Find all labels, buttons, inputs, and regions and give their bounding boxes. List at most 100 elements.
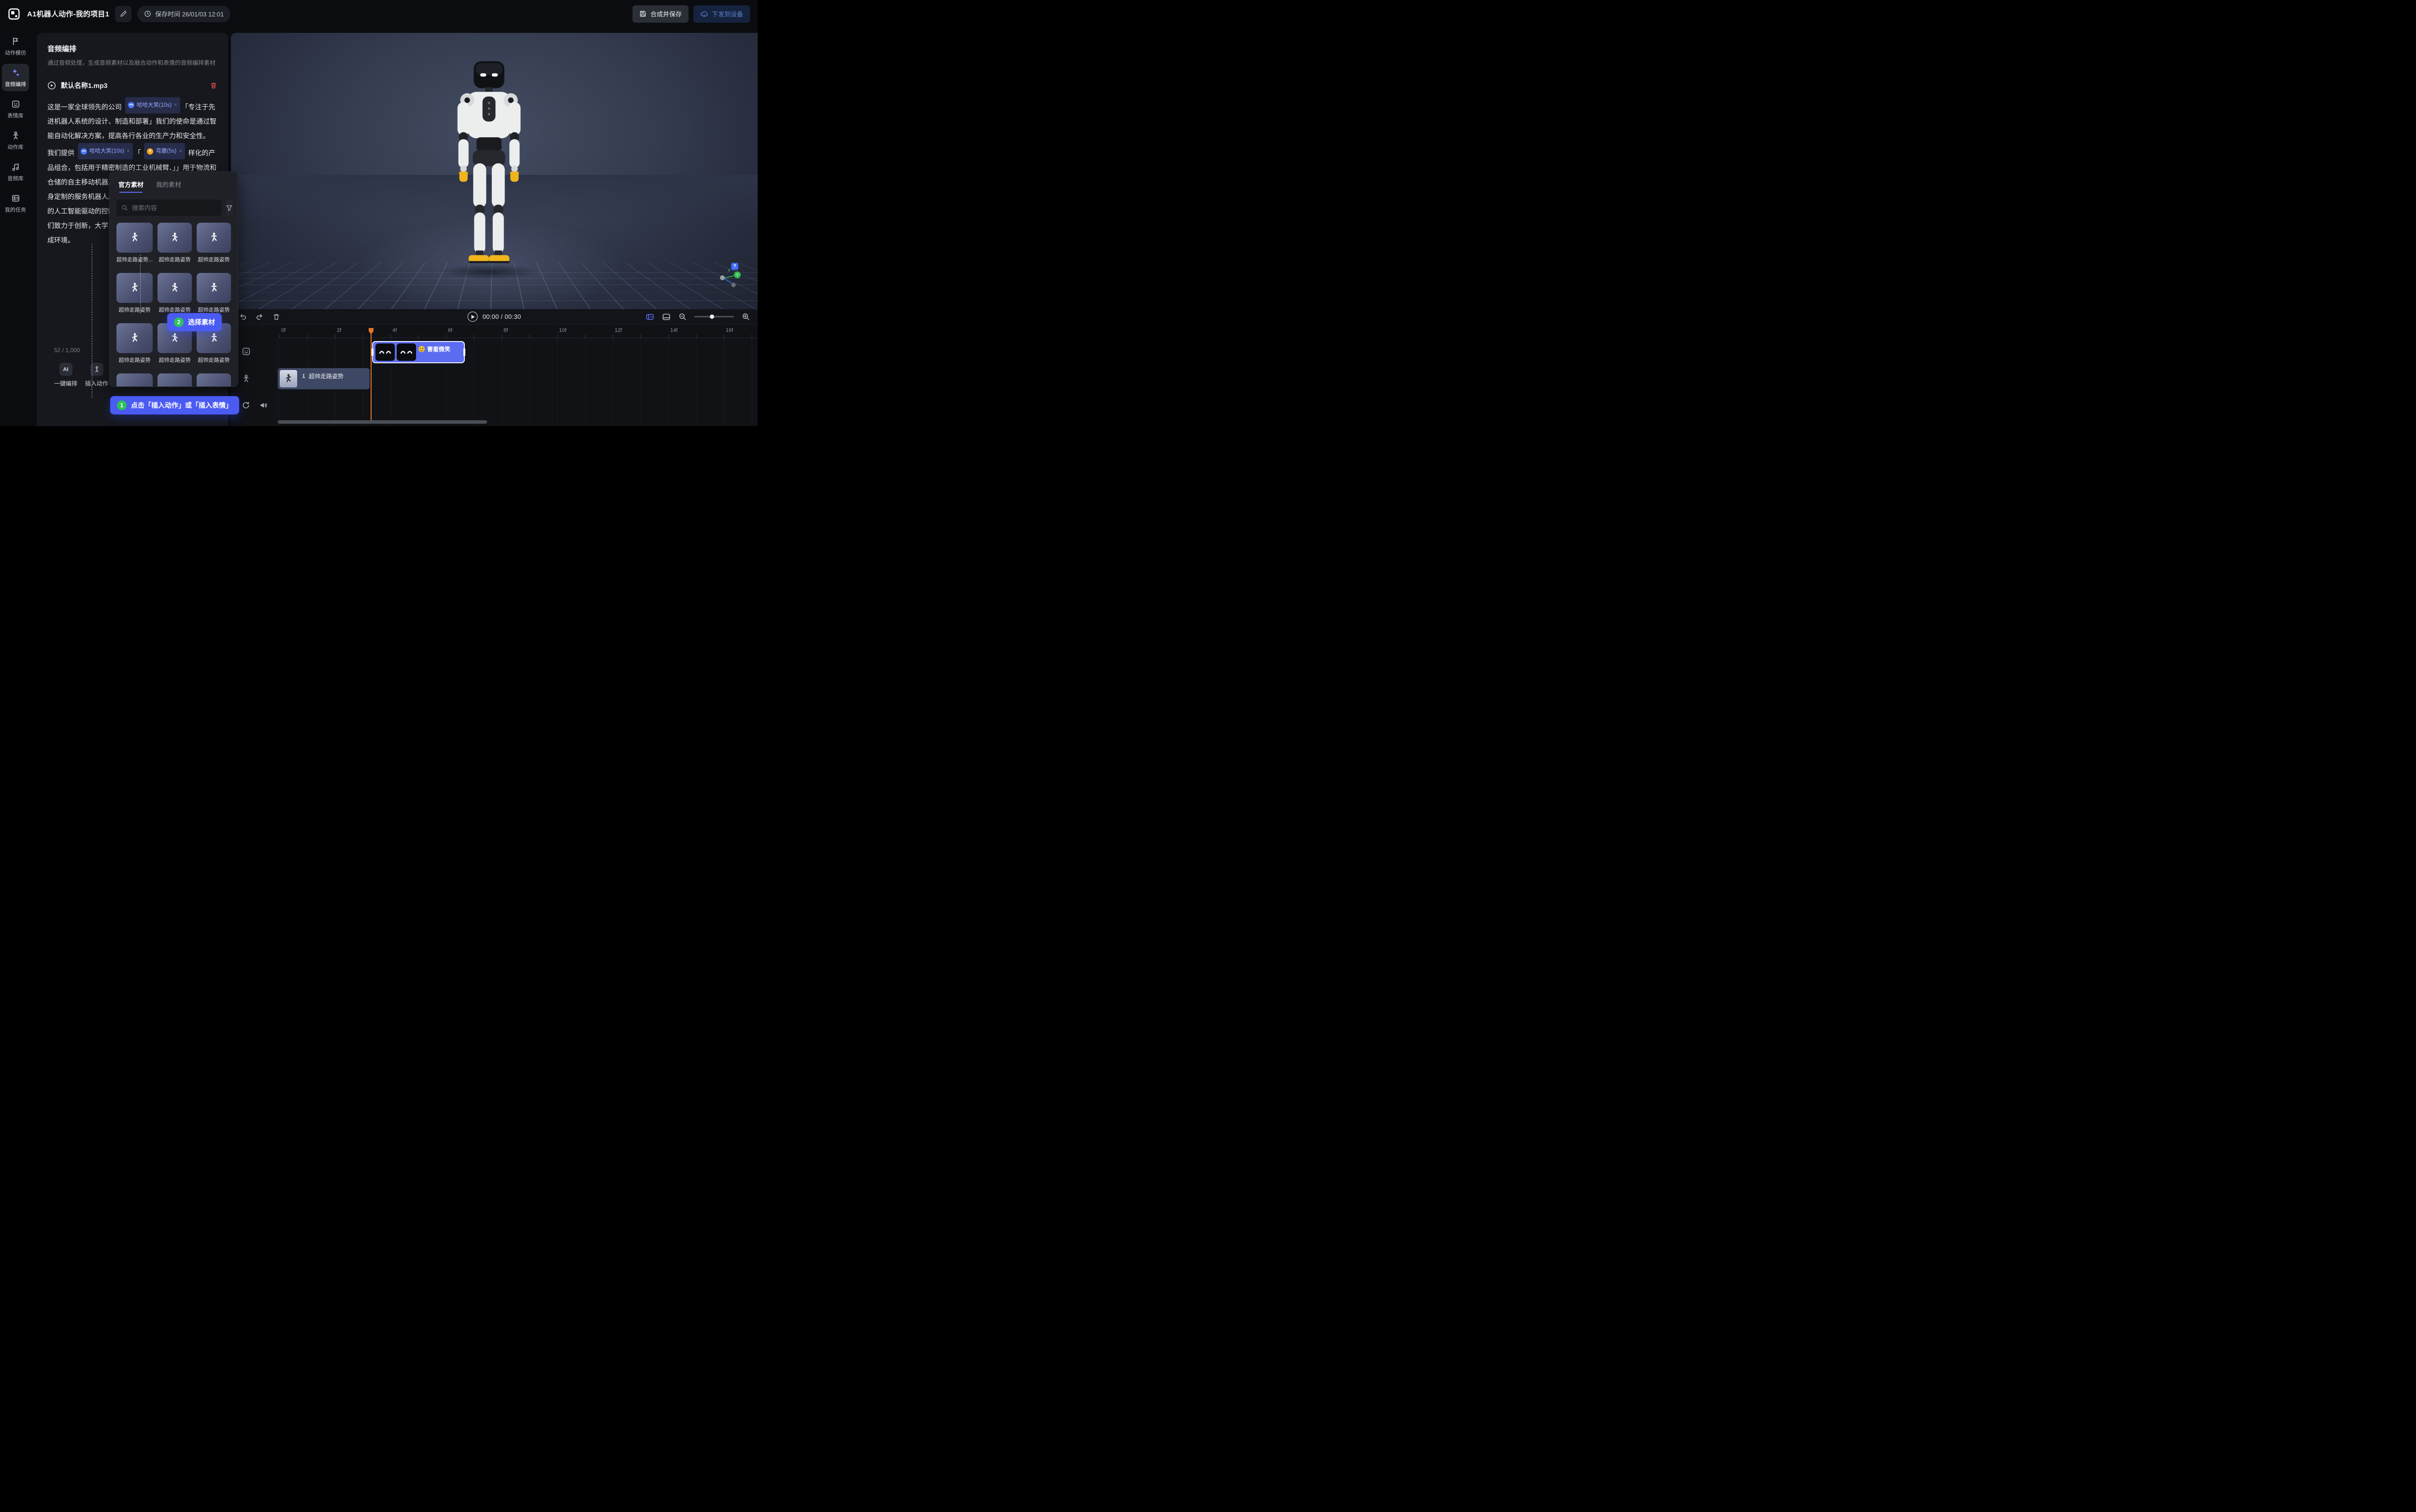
editor-text: 这是一家全球领先的公司 xyxy=(47,103,124,111)
motion-card-partial[interactable] xyxy=(158,373,192,387)
motion-card[interactable]: 超帅走路姿势 xyxy=(158,223,192,263)
motion-tag[interactable]: 弯腰(5s) xyxy=(144,143,185,159)
svg-text:Y: Y xyxy=(736,273,739,277)
sidebar-item-my-tasks[interactable]: 我的任务 xyxy=(2,189,29,217)
editor-text: 环境。 xyxy=(54,236,74,244)
smiley-icon xyxy=(418,346,425,352)
zoom-in-icon[interactable] xyxy=(742,313,750,321)
rename-button[interactable] xyxy=(115,6,131,22)
filter-button[interactable] xyxy=(226,200,233,216)
guide-step2-select-material[interactable]: 2 选择素材 xyxy=(167,313,222,331)
expression-tag-icon xyxy=(81,148,87,155)
motion-card-thumbnail xyxy=(116,373,153,387)
timeline-scrollbar xyxy=(277,420,753,424)
expression-tag-icon xyxy=(128,102,134,108)
expression-clip-thumbnails xyxy=(375,343,416,361)
delete-clip-icon[interactable] xyxy=(273,313,280,321)
motion-clip-label: 超帅走路姿势 xyxy=(309,372,344,380)
editor-text: 「 xyxy=(134,149,143,157)
tag-close-icon[interactable] xyxy=(179,149,182,154)
motion-card-thumbnail xyxy=(158,373,192,387)
app-root: A1机器人动作-我的项目1 保存时间 26/01/03 12:01 合成并保存 … xyxy=(0,0,758,426)
motion-tag-icon xyxy=(147,148,153,155)
expression-track-icon[interactable] xyxy=(242,347,251,356)
sidebar-item-audio-library[interactable]: 音频库 xyxy=(2,158,29,185)
motion-card-thumbnail xyxy=(197,223,231,253)
search-input[interactable] xyxy=(132,204,217,212)
delete-audio-icon[interactable] xyxy=(210,82,217,89)
clock-icon xyxy=(144,10,151,17)
sidebar-item-motion-imitation[interactable]: 动作模仿 xyxy=(2,32,29,60)
panel-subtitle: 通过音频处理，生成音频素材以及融合动作和表情的音频编排素材 xyxy=(47,58,216,68)
motion-card[interactable]: 超帅走路姿势 xyxy=(158,273,192,314)
expression-clip[interactable]: 害羞微笑 xyxy=(372,341,465,363)
timeline-zoom-slider[interactable] xyxy=(694,316,734,317)
zoom-slider-thumb[interactable] xyxy=(710,314,714,319)
synthesize-save-button[interactable]: 合成并保存 xyxy=(633,5,689,23)
humanoid-robot xyxy=(429,47,549,279)
motion-track-icon[interactable] xyxy=(242,374,251,383)
guide-connector-line xyxy=(140,255,141,314)
motion-clip[interactable]: 超帅走路姿势 xyxy=(278,368,370,389)
guide-step1-insert-hint[interactable]: 1 点击「插入动作」或「插入表情」 xyxy=(110,396,239,414)
3d-viewport[interactable]: ? Y X xyxy=(231,33,758,309)
timeline-ruler[interactable]: 0f 2f 4f 6f 8f 10f 12f 14f 16f xyxy=(277,325,758,338)
axis-gizmo[interactable]: ? Y X xyxy=(716,263,746,291)
sidebar: 动作模仿 音频编排 表情库 动作库 音频库 我的任务 xyxy=(0,28,31,426)
save-disk-icon xyxy=(639,10,647,17)
track-area[interactable]: 害羞微笑 超帅走路姿势 xyxy=(277,338,758,426)
insert-motion-button[interactable]: 插入动作 xyxy=(84,363,109,387)
sparkle-icon xyxy=(11,68,20,77)
expression-tag[interactable]: 哈哈大笑(10s) xyxy=(78,143,133,159)
step-number-badge: 2 xyxy=(174,317,184,327)
audio-file-name: 默认名称1.mp3 xyxy=(61,81,205,90)
motion-card-thumbnail xyxy=(158,273,192,303)
flag-icon xyxy=(11,37,20,46)
ai-icon: AI xyxy=(59,363,72,376)
motion-card-partial[interactable] xyxy=(116,373,153,387)
motion-card[interactable]: 超帅走路姿势 xyxy=(197,223,231,263)
help-icon[interactable]: ? xyxy=(731,263,738,270)
deploy-button[interactable]: 下发到设备 xyxy=(693,5,750,23)
zoom-out-icon[interactable] xyxy=(678,313,687,321)
panel-actions: AI 一键编排 插入动作 xyxy=(53,363,109,387)
search-box[interactable] xyxy=(116,200,222,216)
tag-close-icon[interactable] xyxy=(174,102,177,108)
svg-text:X: X xyxy=(728,269,731,272)
play-button[interactable] xyxy=(468,312,478,322)
sidebar-item-audio-arrange[interactable]: 音频编排 xyxy=(2,64,29,91)
speaker-icon[interactable] xyxy=(259,401,268,410)
panel-toggle-icon[interactable] xyxy=(662,313,671,321)
snap-toggle-icon[interactable] xyxy=(646,313,654,321)
one-key-arrange-button[interactable]: AI 一键编排 xyxy=(53,363,78,387)
ruler-tick: 16f xyxy=(724,328,733,333)
motion-card[interactable]: 超帅走路姿势 xyxy=(197,273,231,314)
undo-icon[interactable] xyxy=(239,313,247,321)
popup-tabs: 官方素材 我的素材 xyxy=(110,172,238,198)
motion-card-partial[interactable] xyxy=(197,373,231,387)
pencil-icon xyxy=(120,10,127,17)
timeline-scrollbar-thumb[interactable] xyxy=(278,420,487,424)
sidebar-item-motion-library[interactable]: 动作库 xyxy=(2,127,29,154)
sidebar-item-expression-library[interactable]: 表情库 xyxy=(2,95,29,123)
expression-tag[interactable]: 哈哈大笑(10s) xyxy=(125,97,180,114)
material-picker-popup: 官方素材 我的素材 超帅走路姿势... 超帅走路姿势 超帅走路姿势 超帅走路姿势… xyxy=(109,171,238,387)
app-logo xyxy=(8,8,20,20)
expression-clip-label: 害羞微笑 xyxy=(427,345,450,353)
motion-card-thumbnail xyxy=(116,273,153,303)
ruler-tick: 2f xyxy=(335,328,341,333)
redo-icon[interactable] xyxy=(256,313,264,321)
motion-card-thumbnail xyxy=(116,323,153,353)
loop-sync-icon[interactable] xyxy=(242,401,250,410)
person-icon xyxy=(11,131,20,140)
play-audio-icon[interactable] xyxy=(47,81,56,90)
motion-card[interactable]: 超帅走路姿势... xyxy=(116,223,153,263)
playhead[interactable] xyxy=(371,328,372,420)
tag-close-icon[interactable] xyxy=(127,149,129,154)
motion-card[interactable]: 超帅走路姿势 xyxy=(116,273,153,314)
motion-card[interactable]: 超帅走路姿势 xyxy=(116,323,153,364)
ruler-tick: 12f xyxy=(613,328,622,333)
motion-clip-person-icon xyxy=(301,373,306,379)
tab-official-materials[interactable]: 官方素材 xyxy=(118,180,144,193)
tab-my-materials[interactable]: 我的素材 xyxy=(156,180,181,193)
